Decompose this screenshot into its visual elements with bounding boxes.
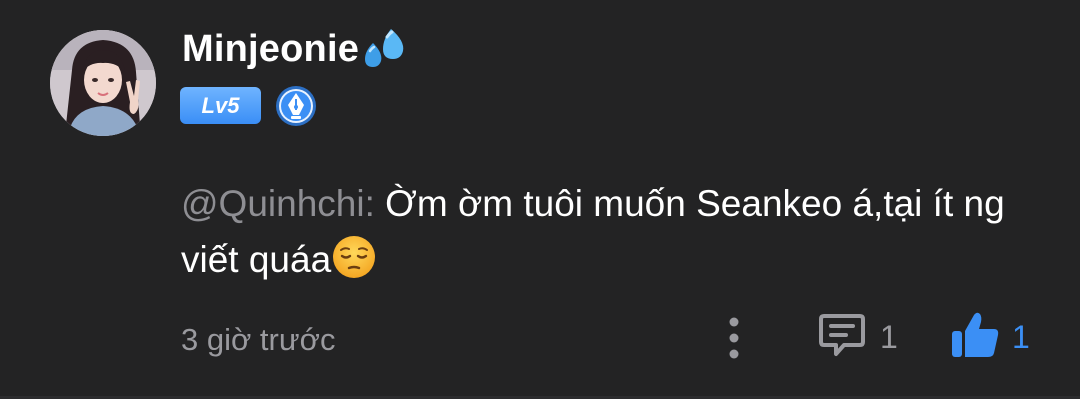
mention-link[interactable]: @Quinhchi:	[181, 183, 375, 224]
timestamp: 3 giờ trước	[181, 322, 336, 357]
reply-count: 1	[880, 318, 898, 355]
username[interactable]: Minjeonie	[182, 27, 407, 71]
level-badge: Lv5	[180, 87, 261, 124]
reply-button[interactable]: 1	[818, 312, 898, 362]
pensive-face-icon	[331, 234, 377, 280]
avatar[interactable]	[50, 30, 156, 136]
comment-item: Minjeonie Lv5 @Quinhchi: Ờm ờm tuôi muốn…	[0, 0, 1080, 399]
username-text: Minjeonie	[182, 27, 360, 70]
fountain-pen-badge-icon	[275, 85, 317, 127]
vertical-ellipsis-icon[interactable]	[722, 316, 746, 360]
comment-icon	[818, 312, 866, 363]
comment-text: @Quinhchi: Ờm ờm tuôi muốn Seankeo á,tại…	[181, 176, 1041, 288]
like-button[interactable]: 1	[950, 312, 1030, 362]
sweat-droplets-icon	[361, 27, 407, 71]
thumbs-up-icon	[950, 311, 1000, 364]
like-count: 1	[1012, 318, 1030, 355]
